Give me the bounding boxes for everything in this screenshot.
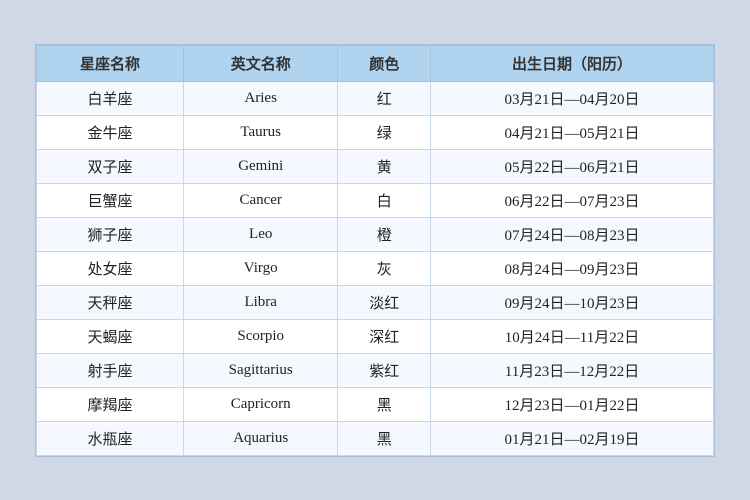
- cell-r3-c0: 巨蟹座: [37, 183, 184, 217]
- table-header-row: 星座名称英文名称颜色出生日期（阳历）: [37, 45, 714, 81]
- zodiac-table: 星座名称英文名称颜色出生日期（阳历） 白羊座Aries红03月21日—04月20…: [36, 45, 714, 456]
- cell-r5-c1: Virgo: [183, 251, 337, 285]
- cell-r7-c2: 深红: [338, 319, 431, 353]
- cell-r4-c1: Leo: [183, 217, 337, 251]
- cell-r2-c2: 黄: [338, 149, 431, 183]
- cell-r1-c3: 04月21日—05月21日: [430, 115, 713, 149]
- cell-r9-c1: Capricorn: [183, 387, 337, 421]
- cell-r8-c1: Sagittarius: [183, 353, 337, 387]
- column-header: 星座名称: [37, 45, 184, 81]
- cell-r1-c2: 绿: [338, 115, 431, 149]
- cell-r3-c1: Cancer: [183, 183, 337, 217]
- cell-r3-c3: 06月22日—07月23日: [430, 183, 713, 217]
- table-row: 天蝎座Scorpio深红10月24日—11月22日: [37, 319, 714, 353]
- table-row: 白羊座Aries红03月21日—04月20日: [37, 81, 714, 115]
- cell-r10-c3: 01月21日—02月19日: [430, 421, 713, 455]
- cell-r7-c1: Scorpio: [183, 319, 337, 353]
- table-row: 巨蟹座Cancer白06月22日—07月23日: [37, 183, 714, 217]
- cell-r7-c0: 天蝎座: [37, 319, 184, 353]
- cell-r1-c1: Taurus: [183, 115, 337, 149]
- cell-r4-c2: 橙: [338, 217, 431, 251]
- cell-r5-c2: 灰: [338, 251, 431, 285]
- cell-r8-c2: 紫红: [338, 353, 431, 387]
- cell-r1-c0: 金牛座: [37, 115, 184, 149]
- cell-r0-c3: 03月21日—04月20日: [430, 81, 713, 115]
- cell-r2-c1: Gemini: [183, 149, 337, 183]
- cell-r6-c0: 天秤座: [37, 285, 184, 319]
- cell-r5-c3: 08月24日—09月23日: [430, 251, 713, 285]
- cell-r8-c0: 射手座: [37, 353, 184, 387]
- column-header: 颜色: [338, 45, 431, 81]
- cell-r2-c0: 双子座: [37, 149, 184, 183]
- cell-r0-c1: Aries: [183, 81, 337, 115]
- cell-r0-c2: 红: [338, 81, 431, 115]
- table-row: 射手座Sagittarius紫红11月23日—12月22日: [37, 353, 714, 387]
- cell-r10-c1: Aquarius: [183, 421, 337, 455]
- zodiac-table-container: 星座名称英文名称颜色出生日期（阳历） 白羊座Aries红03月21日—04月20…: [35, 44, 715, 457]
- table-row: 天秤座Libra淡红09月24日—10月23日: [37, 285, 714, 319]
- table-row: 水瓶座Aquarius黑01月21日—02月19日: [37, 421, 714, 455]
- column-header: 出生日期（阳历）: [430, 45, 713, 81]
- cell-r7-c3: 10月24日—11月22日: [430, 319, 713, 353]
- table-row: 狮子座Leo橙07月24日—08月23日: [37, 217, 714, 251]
- cell-r8-c3: 11月23日—12月22日: [430, 353, 713, 387]
- cell-r10-c2: 黑: [338, 421, 431, 455]
- cell-r4-c0: 狮子座: [37, 217, 184, 251]
- cell-r9-c3: 12月23日—01月22日: [430, 387, 713, 421]
- cell-r5-c0: 处女座: [37, 251, 184, 285]
- table-row: 金牛座Taurus绿04月21日—05月21日: [37, 115, 714, 149]
- column-header: 英文名称: [183, 45, 337, 81]
- cell-r9-c0: 摩羯座: [37, 387, 184, 421]
- table-body: 白羊座Aries红03月21日—04月20日金牛座Taurus绿04月21日—0…: [37, 81, 714, 455]
- cell-r10-c0: 水瓶座: [37, 421, 184, 455]
- cell-r3-c2: 白: [338, 183, 431, 217]
- cell-r2-c3: 05月22日—06月21日: [430, 149, 713, 183]
- cell-r9-c2: 黑: [338, 387, 431, 421]
- table-row: 摩羯座Capricorn黑12月23日—01月22日: [37, 387, 714, 421]
- cell-r6-c1: Libra: [183, 285, 337, 319]
- cell-r4-c3: 07月24日—08月23日: [430, 217, 713, 251]
- cell-r6-c3: 09月24日—10月23日: [430, 285, 713, 319]
- table-row: 双子座Gemini黄05月22日—06月21日: [37, 149, 714, 183]
- table-row: 处女座Virgo灰08月24日—09月23日: [37, 251, 714, 285]
- cell-r0-c0: 白羊座: [37, 81, 184, 115]
- cell-r6-c2: 淡红: [338, 285, 431, 319]
